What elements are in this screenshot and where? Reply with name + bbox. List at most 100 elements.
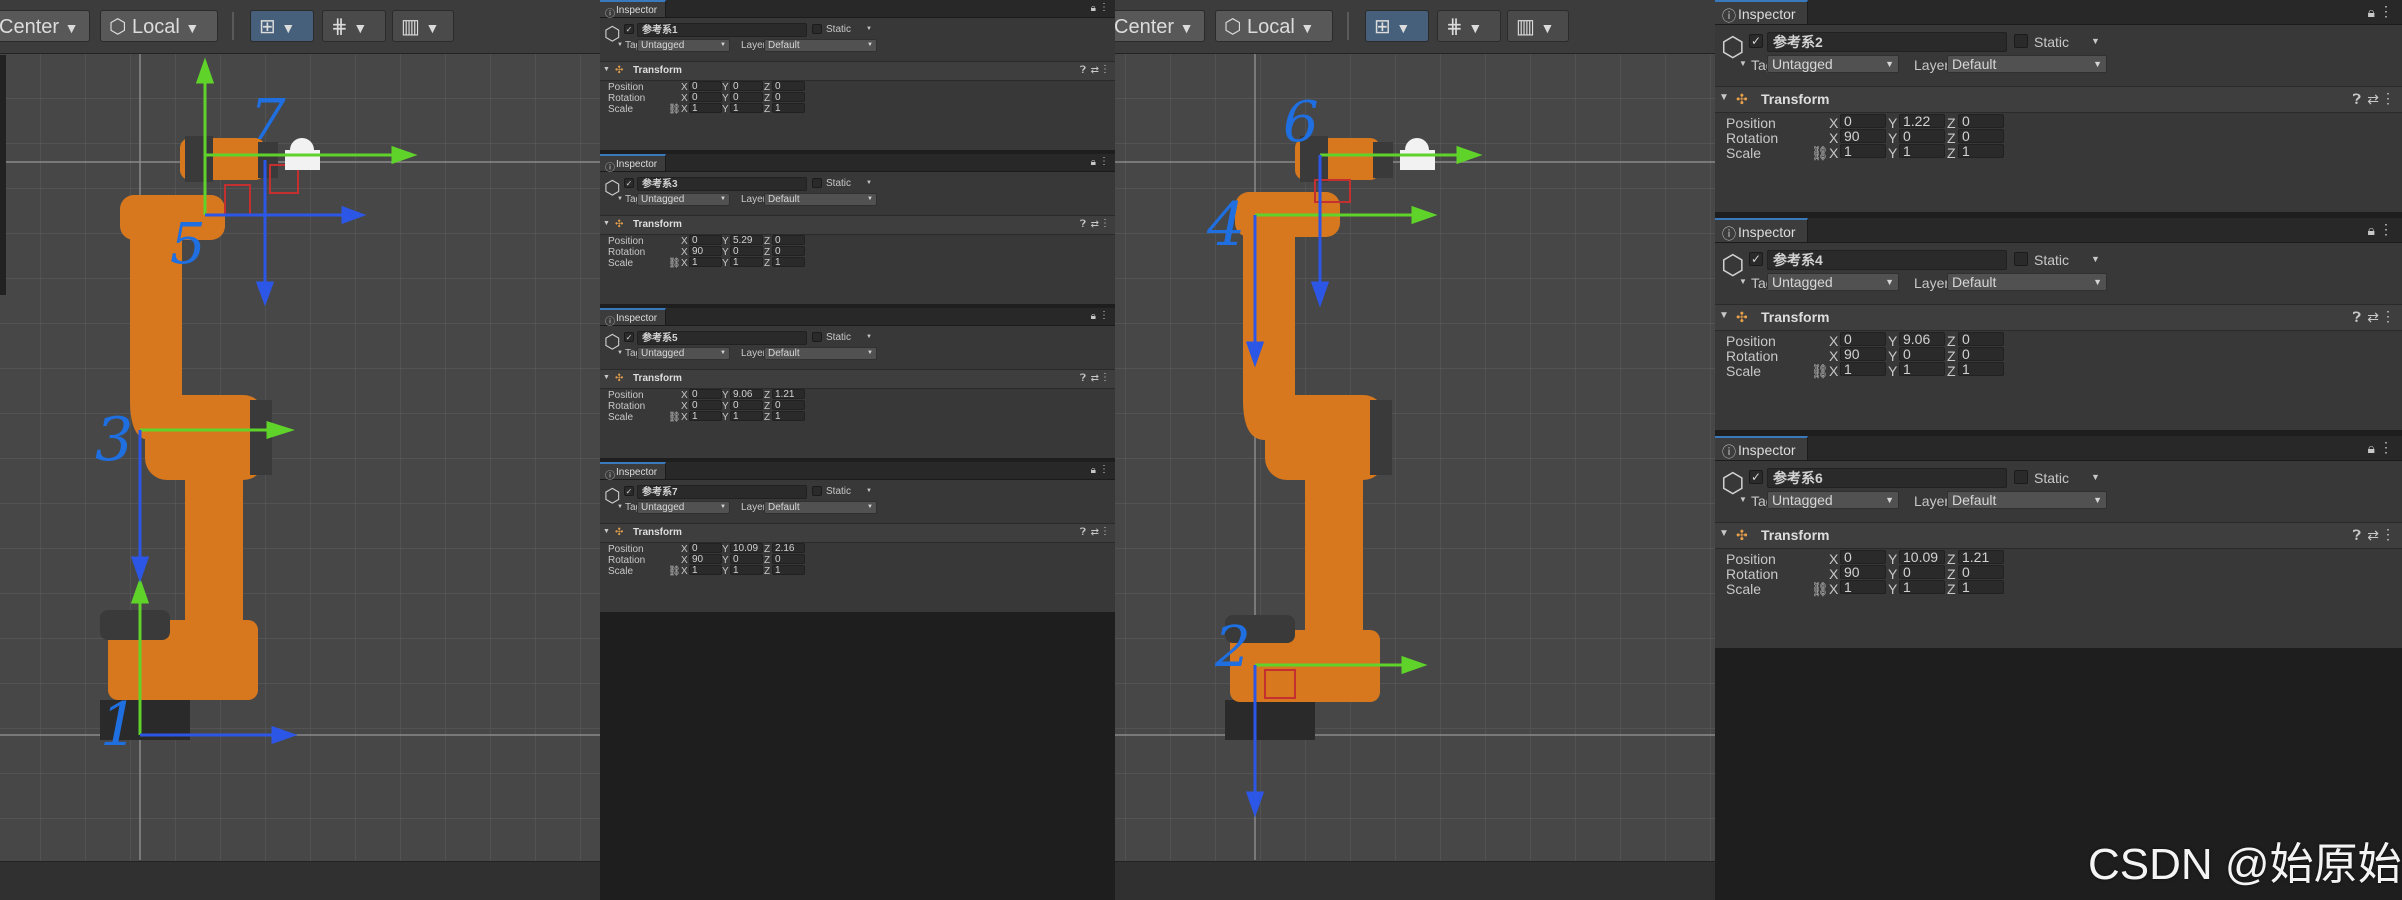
rotation-y-field[interactable]: 0 <box>730 400 763 410</box>
chevron-down-icon[interactable]: ▼ <box>1719 310 1729 321</box>
transform-component-header[interactable]: ▼ ✣ Transform ❓︎ ⇄ ⋮ <box>1715 86 2402 113</box>
tag-dropdown[interactable]: Untagged ▼ <box>637 347 730 360</box>
scale-z-field[interactable]: 1 <box>772 411 805 421</box>
position-z-field[interactable]: 1.21 <box>1958 550 2004 564</box>
constrain-proportions-icon[interactable]: ⛓︎ <box>668 566 681 577</box>
scale-y-field[interactable]: 1 <box>1899 580 1945 594</box>
chevron-down-icon[interactable]: ▼ <box>866 26 872 32</box>
more-options-icon[interactable]: ⋮ <box>1099 156 1109 167</box>
position-z-field[interactable]: 0 <box>772 235 805 245</box>
rotation-z-field[interactable]: 0 <box>772 400 805 410</box>
more-options-icon[interactable]: ⋮ <box>1100 526 1110 537</box>
pivot-mode-dropdown[interactable]: Center ▼ <box>1115 10 1205 42</box>
tab-inspector[interactable]: ⓘ Inspector <box>600 0 666 20</box>
chevron-down-icon[interactable]: ▼ <box>603 220 610 227</box>
chevron-down-icon[interactable]: ▼ <box>2091 254 2100 264</box>
scale-z-field[interactable]: 1 <box>772 257 805 267</box>
scale-x-field[interactable]: 1 <box>1840 362 1886 376</box>
position-z-field[interactable]: 0 <box>1958 332 2004 346</box>
preset-icon[interactable]: ⇄ <box>2367 91 2379 108</box>
scale-y-field[interactable]: 1 <box>730 103 763 113</box>
layer-dropdown[interactable]: Default ▼ <box>764 39 877 52</box>
lock-icon[interactable]: 🔒︎ <box>1091 3 1096 14</box>
rotation-z-field[interactable]: 0 <box>1958 565 2004 579</box>
static-checkbox[interactable] <box>2014 34 2028 48</box>
scale-y-field[interactable]: 1 <box>730 411 763 421</box>
object-name-field[interactable]: 参考系3 <box>637 177 807 191</box>
more-options-icon[interactable]: ⋮ <box>1100 218 1110 229</box>
more-options-icon[interactable]: ⋮ <box>1099 464 1109 475</box>
position-x-field[interactable]: 0 <box>689 81 722 91</box>
rotation-x-field[interactable]: 90 <box>1840 347 1886 361</box>
rotation-z-field[interactable]: 0 <box>1958 347 2004 361</box>
scale-y-field[interactable]: 1 <box>730 257 763 267</box>
constrain-proportions-icon[interactable]: ⛓︎ <box>668 412 681 423</box>
scale-x-field[interactable]: 1 <box>689 565 722 575</box>
scale-y-field[interactable]: 1 <box>1899 144 1945 158</box>
transform-component-header[interactable]: ▼ ✣ Transform ❓︎ ⇄ ⋮ <box>600 369 1115 389</box>
chevron-down-icon[interactable]: ▼ <box>603 528 610 535</box>
rotation-x-field[interactable]: 90 <box>689 554 722 564</box>
position-z-field[interactable]: 2.16 <box>772 543 805 553</box>
constrain-proportions-icon[interactable]: ⛓︎ <box>1811 145 1829 162</box>
chevron-down-icon[interactable]: ▼ <box>603 374 610 381</box>
position-y-field[interactable]: 1.22 <box>1899 114 1945 128</box>
scale-z-field[interactable]: 1 <box>1958 144 2004 158</box>
help-icon[interactable]: ❓︎ <box>2353 527 2361 544</box>
scale-z-field[interactable]: 1 <box>1958 362 2004 376</box>
layer-dropdown[interactable]: Default ▼ <box>1947 55 2107 73</box>
active-checkbox[interactable]: ✓ <box>1749 252 1763 266</box>
scale-z-field[interactable]: 1 <box>772 565 805 575</box>
scale-z-field[interactable]: 1 <box>772 103 805 113</box>
lock-icon[interactable]: 🔒︎ <box>2368 4 2375 21</box>
position-y-field[interactable]: 5.29 <box>730 235 763 245</box>
pivot-rotation-dropdown[interactable]: ⬡ Local ▼ <box>100 10 218 42</box>
position-y-field[interactable]: 10.09 <box>1899 550 1945 564</box>
rotation-x-field[interactable]: 90 <box>1840 129 1886 143</box>
layer-dropdown[interactable]: Default ▼ <box>764 347 877 360</box>
object-name-field[interactable]: 参考系7 <box>637 485 807 499</box>
tab-inspector[interactable]: ⓘ Inspector <box>600 154 666 174</box>
layer-dropdown[interactable]: Default ▼ <box>764 501 877 514</box>
help-icon[interactable]: ❓︎ <box>2353 91 2361 108</box>
pivot-rotation-dropdown[interactable]: ⬡ Local ▼ <box>1215 10 1333 42</box>
static-checkbox[interactable] <box>2014 470 2028 484</box>
help-icon[interactable]: ❓︎ <box>1080 65 1086 76</box>
chevron-down-icon[interactable]: ▼ <box>1719 528 1729 539</box>
rotation-y-field[interactable]: 0 <box>1899 129 1945 143</box>
tag-dropdown[interactable]: Untagged ▼ <box>637 193 730 206</box>
position-z-field[interactable]: 0 <box>1958 114 2004 128</box>
scale-x-field[interactable]: 1 <box>689 103 722 113</box>
chevron-down-icon[interactable]: ▼ <box>2091 472 2100 482</box>
constrain-proportions-icon[interactable]: ⛓︎ <box>668 258 681 269</box>
static-checkbox[interactable] <box>812 24 822 34</box>
preset-icon[interactable]: ⇄ <box>1091 373 1099 384</box>
chevron-down-icon[interactable]: ▼ <box>866 180 872 186</box>
more-options-icon[interactable]: ⋮ <box>2379 439 2393 456</box>
grid-visibility-toggle[interactable]: ▥ ▼ <box>392 10 454 42</box>
scene-view-right[interactable]: 6 4 2 Center ▼ ⬡ Local ▼ ⊞ ▼ ⋕ ▼ ▥ ▼ <box>1115 0 1715 900</box>
active-checkbox[interactable]: ✓ <box>624 24 634 34</box>
position-y-field[interactable]: 9.06 <box>1899 332 1945 346</box>
constrain-proportions-icon[interactable]: ⛓︎ <box>1811 581 1829 598</box>
static-checkbox[interactable] <box>2014 252 2028 266</box>
rotation-z-field[interactable]: 0 <box>1958 129 2004 143</box>
rotation-y-field[interactable]: 0 <box>1899 347 1945 361</box>
rotation-y-field[interactable]: 0 <box>730 246 763 256</box>
grid-visibility-toggle[interactable]: ▥ ▼ <box>1507 10 1569 42</box>
position-y-field[interactable]: 9.06 <box>730 389 763 399</box>
scale-z-field[interactable]: 1 <box>1958 580 2004 594</box>
scale-x-field[interactable]: 1 <box>689 411 722 421</box>
lock-icon[interactable]: 🔒︎ <box>2368 222 2375 239</box>
more-options-icon[interactable]: ⋮ <box>1100 372 1110 383</box>
static-checkbox[interactable] <box>812 486 822 496</box>
rotation-x-field[interactable]: 90 <box>1840 565 1886 579</box>
chevron-down-icon[interactable]: ▼ <box>866 488 872 494</box>
object-name-field[interactable]: 参考系4 <box>1767 250 2007 270</box>
transform-gizmos-right[interactable] <box>1115 0 1715 900</box>
preset-icon[interactable]: ⇄ <box>1091 65 1099 76</box>
tab-inspector[interactable]: ⓘ Inspector <box>600 462 666 482</box>
increment-snap-toggle[interactable]: ⋕ ▼ <box>1437 10 1501 42</box>
chevron-down-icon[interactable]: ▼ <box>866 334 872 340</box>
transform-component-header[interactable]: ▼ ✣ Transform ❓︎ ⇄ ⋮ <box>600 215 1115 235</box>
